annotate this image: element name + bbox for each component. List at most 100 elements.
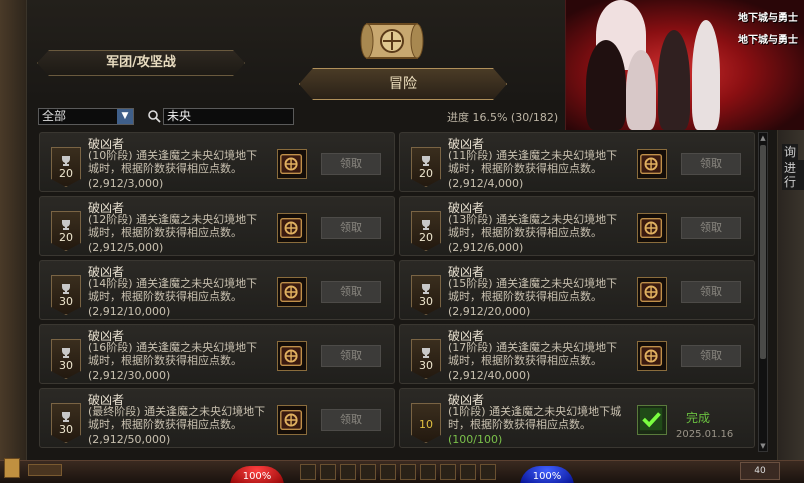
level-badge: 30 — [51, 403, 81, 443]
category-dropdown[interactable]: 全部 ▼ — [38, 108, 134, 125]
claim-button[interactable]: 领取 — [321, 409, 381, 431]
reward-chest-icon[interactable] — [277, 149, 307, 179]
achievement-card: 20 破凶者 (11阶段) 通关逢魔之未央幻境地下城时，根据阶数获得相应点数。 (2,… — [399, 132, 755, 192]
claim-button[interactable]: 领取 — [681, 153, 741, 175]
achievement-progress: (2,912/30,000) — [88, 369, 171, 382]
achievement-desc: (14阶段) 通关逢魔之未央幻境地下城时，根据阶数获得相应点数。 — [88, 277, 258, 303]
skill-slot[interactable] — [380, 464, 396, 480]
scroll-compass-icon — [360, 23, 424, 59]
claim-button[interactable]: 领取 — [681, 281, 741, 303]
badge-level: 30 — [59, 423, 73, 436]
achievement-card: 30 破凶者 (17阶段) 通关逢魔之未央幻境地下城时，根据阶数获得相应点数。 (2,… — [399, 324, 755, 384]
badge-level: 20 — [59, 167, 73, 180]
gold-counter: 40 — [740, 462, 780, 480]
level-badge: 30 — [411, 275, 441, 315]
achievement-desc: (11阶段) 通关逢魔之未央幻境地下城时，根据阶数获得相应点数。 — [448, 149, 618, 175]
chevron-down-icon[interactable]: ▼ — [117, 109, 133, 124]
achievement-desc: (15阶段) 通关逢魔之未央幻境地下城时，根据阶数获得相应点数。 — [448, 277, 618, 303]
logo-text: 地下城与勇士 — [738, 35, 798, 46]
achievement-progress: (100/100) — [448, 433, 503, 446]
achievement-desc: (13阶段) 通关逢魔之未央幻境地下城时，根据阶数获得相应点数。 — [448, 213, 618, 239]
badge-level: 30 — [419, 359, 433, 372]
claim-button[interactable]: 领取 — [321, 217, 381, 239]
trophy-icon — [420, 280, 432, 294]
scroll-thumb[interactable] — [760, 145, 766, 359]
skill-slot[interactable] — [420, 464, 436, 480]
search-input[interactable]: 未央 — [163, 108, 294, 125]
claim-button[interactable]: 领取 — [321, 281, 381, 303]
character-figure — [692, 20, 720, 130]
reward-chest-icon[interactable] — [277, 341, 307, 371]
progress-text: 进度 16.5% (30/182) — [447, 111, 559, 124]
badge-level: 20 — [59, 231, 73, 244]
achievement-progress: (2,912/6,000) — [448, 241, 524, 254]
menu-icon[interactable] — [4, 458, 20, 478]
badge-level: 30 — [419, 295, 433, 308]
achievement-progress: (2,912/50,000) — [88, 433, 171, 446]
claim-button[interactable]: 领取 — [321, 345, 381, 367]
claim-button[interactable]: 领取 — [681, 345, 741, 367]
trophy-icon — [60, 344, 72, 358]
reward-chest-icon[interactable] — [637, 213, 667, 243]
skill-slot[interactable] — [300, 464, 316, 480]
skill-slot[interactable] — [320, 464, 336, 480]
achievement-progress: (2,912/40,000) — [448, 369, 531, 382]
level-badge: 30 — [51, 339, 81, 379]
skill-slot[interactable] — [360, 464, 376, 480]
badge-level: 20 — [419, 231, 433, 244]
scroll-down-icon[interactable]: ▼ — [759, 441, 767, 451]
side-snippet: 进行 — [782, 160, 804, 190]
reward-chest-icon[interactable] — [637, 277, 667, 307]
badge-level: 10 — [419, 418, 433, 431]
claim-button[interactable]: 领取 — [681, 217, 741, 239]
skill-slot[interactable] — [340, 464, 356, 480]
tab-adventure[interactable]: 冒险 — [299, 68, 507, 100]
game-world-right: 询 进行 — [778, 130, 804, 460]
reward-chest-icon[interactable] — [637, 149, 667, 179]
achievement-desc: (最终阶段) 通关逢魔之未央幻境地下城时，根据阶数获得相应点数。 — [88, 405, 266, 431]
achievement-desc: (16阶段) 通关逢魔之未央幻境地下城时，根据阶数获得相应点数。 — [88, 341, 258, 367]
level-badge: 30 — [51, 275, 81, 315]
character-figure — [658, 30, 690, 130]
done-label: 完成 — [686, 411, 711, 425]
achievement-list: 20 破凶者 (10阶段) 通关逢魔之未央幻境地下城时，根据阶数获得相应点数。 (2,… — [39, 132, 757, 452]
achievement-progress: (2,912/20,000) — [448, 305, 531, 318]
reward-chest-icon[interactable] — [277, 213, 307, 243]
skill-slot[interactable] — [440, 464, 456, 480]
side-snippet: 询 — [782, 144, 799, 160]
achievement-progress: (2,912/3,000) — [88, 177, 164, 190]
badge-level: 20 — [419, 167, 433, 180]
reward-chest-icon[interactable] — [637, 341, 667, 371]
level-badge: 20 — [51, 147, 81, 187]
achievement-desc: (10阶段) 通关逢魔之未央幻境地下城时，根据阶数获得相应点数。 — [88, 149, 258, 175]
achievement-progress: (2,912/5,000) — [88, 241, 164, 254]
trophy-icon — [60, 152, 72, 166]
achievement-card: 30 破凶者 (15阶段) 通关逢魔之未央幻境地下城时，根据阶数获得相应点数。 (2,… — [399, 260, 755, 320]
achievement-desc: (1阶段) 通关逢魔之未央幻境地下城时，根据阶数获得相应点数。 — [448, 405, 622, 431]
reward-chest-icon[interactable] — [277, 277, 307, 307]
achievement-card: 20 破凶者 (12阶段) 通关逢魔之未央幻境地下城时，根据阶数获得相应点数。 (2,… — [39, 196, 395, 256]
achievement-card: 30 破凶者 (14阶段) 通关逢魔之未央幻境地下城时，根据阶数获得相应点数。 (2,… — [39, 260, 395, 320]
logo-text: 地下城与勇士 — [738, 13, 798, 24]
tab-guild-siege[interactable]: 军团/攻坚战 — [37, 50, 245, 76]
promo-banner[interactable]: 地下城与勇士 地下城与勇士 — [565, 0, 804, 130]
achievement-desc: (17阶段) 通关逢魔之未央幻境地下城时，根据阶数获得相应点数。 — [448, 341, 618, 367]
achievement-card: 30 破凶者 (16阶段) 通关逢魔之未央幻境地下城时，根据阶数获得相应点数。 (2,… — [39, 324, 395, 384]
trophy-icon — [420, 216, 432, 230]
character-figure — [586, 40, 626, 130]
skill-slot[interactable] — [460, 464, 476, 480]
search-icon[interactable] — [147, 109, 161, 123]
claim-button[interactable]: 领取 — [321, 153, 381, 175]
achievement-card: 20 破凶者 (13阶段) 通关逢魔之未央幻境地下城时，根据阶数获得相应点数。 (2,… — [399, 196, 755, 256]
scroll-up-icon[interactable]: ▲ — [759, 133, 767, 143]
list-scrollbar[interactable]: ▲ ▼ — [758, 132, 768, 452]
level-badge: 20 — [411, 147, 441, 187]
reward-chest-icon[interactable] — [277, 405, 307, 435]
skill-slot[interactable] — [400, 464, 416, 480]
trophy-icon — [60, 216, 72, 230]
done-date: 2025.01.16 — [676, 429, 734, 440]
hud-quick-slot[interactable] — [28, 464, 62, 476]
trophy-icon — [60, 408, 72, 422]
skill-slot[interactable] — [480, 464, 496, 480]
level-badge: 20 — [411, 211, 441, 251]
